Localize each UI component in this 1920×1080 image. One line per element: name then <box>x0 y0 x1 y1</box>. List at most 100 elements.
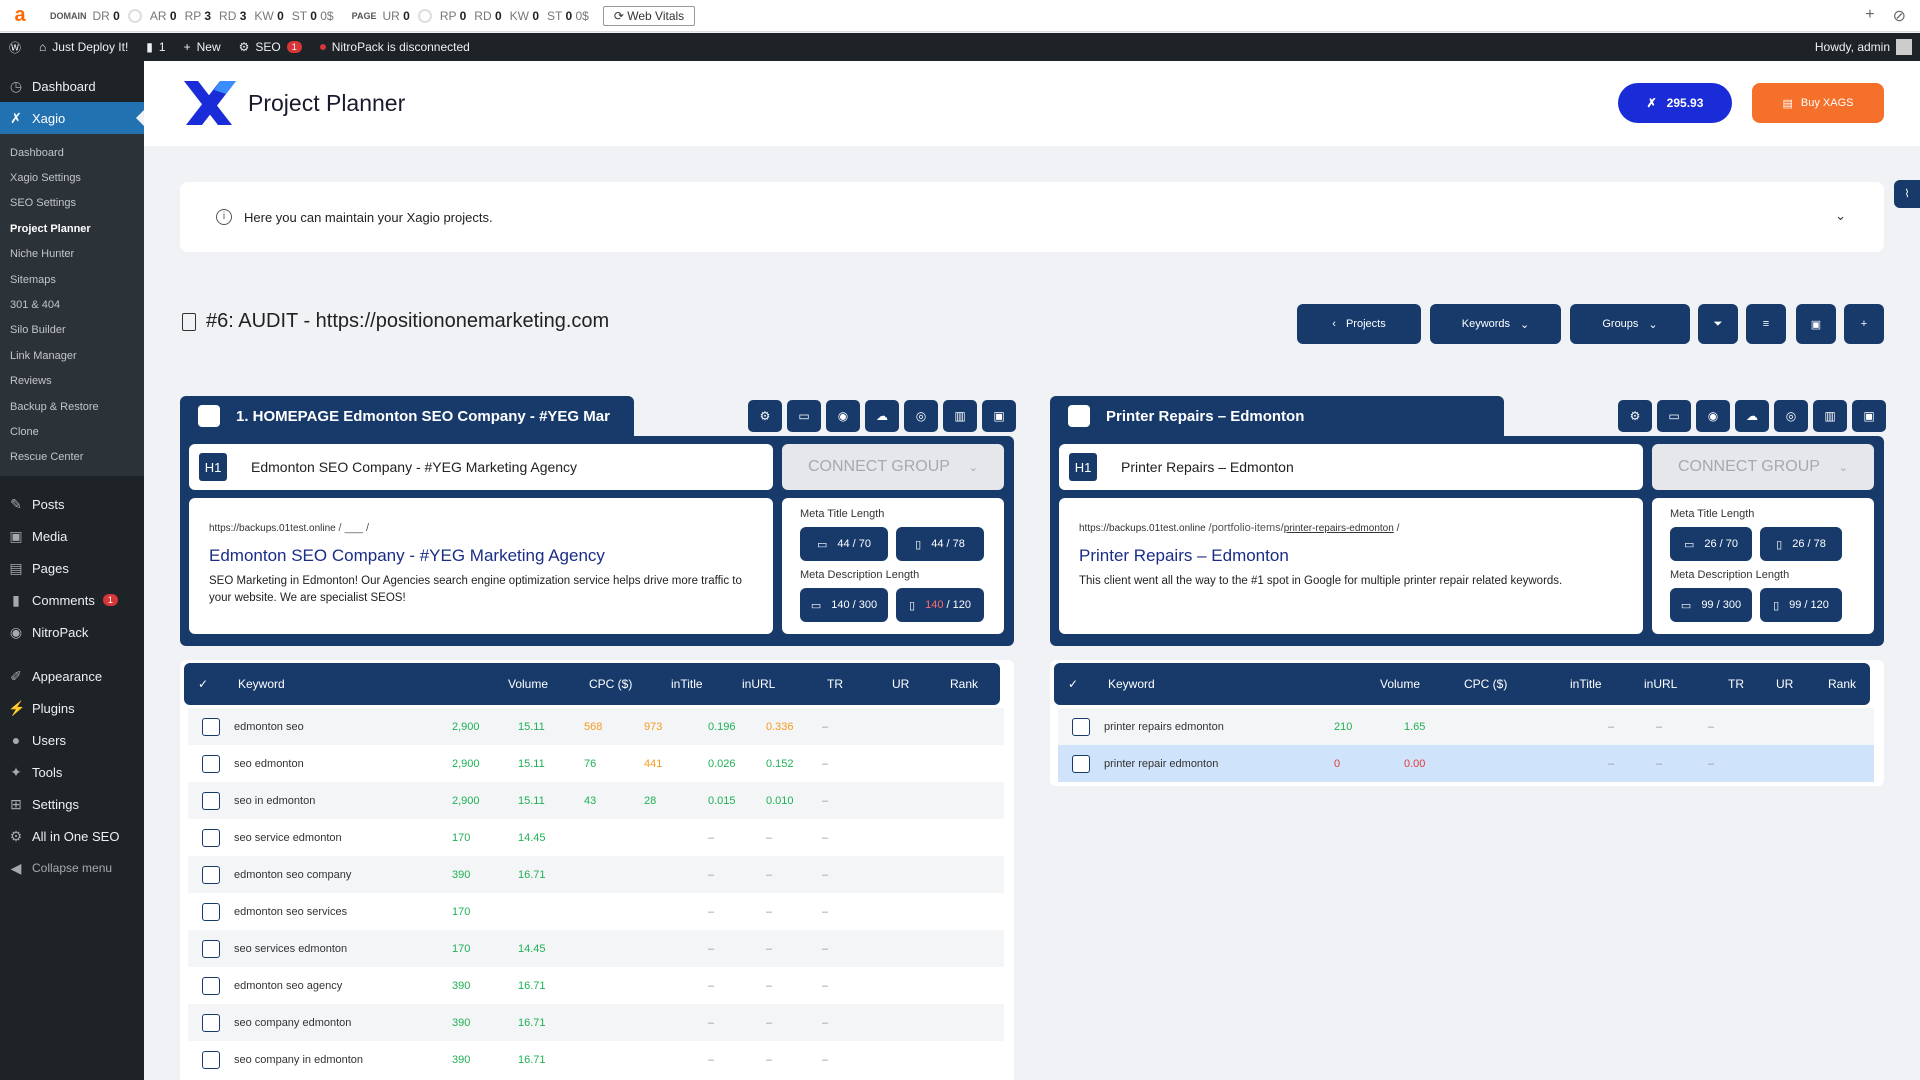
col-ur[interactable]: UR <box>1776 677 1793 691</box>
table-row[interactable]: seo edmonton 2,900 15.11 76 441 0.026 0.152 – <box>188 745 1004 782</box>
table-row[interactable]: seo in edmonton 2,900 15.11 43 28 0.015 0.010 – <box>188 782 1004 819</box>
cloud-icon[interactable]: ☁ <box>1735 400 1769 432</box>
seo-menu-link[interactable]: ⚙ SEO 1 <box>230 33 311 61</box>
row-checkbox[interactable] <box>202 1013 220 1032</box>
submenu-project-planner[interactable]: Project Planner <box>0 216 144 241</box>
group-checkbox[interactable] <box>1068 405 1090 427</box>
row-checkbox[interactable] <box>202 865 220 884</box>
table-row[interactable]: printer repair edmonton 0 0.00 – – – <box>1058 745 1874 782</box>
row-checkbox[interactable] <box>202 828 220 847</box>
sidebar-item-settings[interactable]: ⊞ Settings <box>0 788 144 820</box>
row-checkbox[interactable] <box>202 1050 220 1069</box>
cell-kw[interactable]: edmonton seo company <box>234 869 351 881</box>
info-panel[interactable]: i Here you can maintain your Xagio proje… <box>180 182 1884 252</box>
wordpress-logo-icon[interactable]: Ⓦ <box>0 33 30 61</box>
submenu-clone[interactable]: Clone <box>0 419 144 444</box>
web-vitals-button[interactable]: ⟳ Web Vitals <box>602 5 696 26</box>
ahrefs-logo-icon[interactable]: a <box>0 4 40 27</box>
sidebar-item-appearance[interactable]: ✐ Appearance <box>0 660 144 692</box>
filter-button[interactable]: ⏷ <box>1698 304 1738 344</box>
cell-kw[interactable]: seo service edmonton <box>234 832 342 844</box>
eye-icon[interactable]: ◉ <box>1696 400 1730 432</box>
groups-dropdown[interactable]: Groups ⌄ <box>1570 304 1690 344</box>
plus-icon[interactable]: + <box>1865 6 1874 26</box>
submenu-reviews[interactable]: Reviews <box>0 369 144 394</box>
cell-kw[interactable]: seo edmonton <box>234 758 304 770</box>
h1-text[interactable]: Printer Repairs – Edmonton <box>1121 459 1294 475</box>
submenu-silo-builder[interactable]: Silo Builder <box>0 318 144 343</box>
cell-kw[interactable]: seo in edmonton <box>234 795 315 807</box>
col-rank[interactable]: Rank <box>1828 677 1856 691</box>
add-group-button[interactable]: + <box>1844 304 1884 344</box>
preview-description[interactable]: This client went all the way to the #1 s… <box>1079 573 1623 590</box>
cell-kw[interactable]: seo company edmonton <box>234 1017 351 1029</box>
col-rank[interactable]: Rank <box>950 677 978 691</box>
submenu-backup-restore[interactable]: Backup & Restore <box>0 394 144 419</box>
cell-kw[interactable]: printer repairs edmonton <box>1104 721 1224 733</box>
preview-url[interactable]: https://backups.01test.online /portfolio… <box>1079 522 1623 534</box>
submenu-dashboard[interactable]: Dashboard <box>0 140 144 165</box>
sidebar-item-tools[interactable]: ✦ Tools <box>0 756 144 788</box>
select-all-icon[interactable]: ✓ <box>1068 677 1078 691</box>
sort-button[interactable]: ≡ <box>1746 304 1786 344</box>
row-checkbox[interactable] <box>202 939 220 958</box>
table-row[interactable]: edmonton seo company 390 16.71 – – – <box>188 856 1004 893</box>
row-checkbox[interactable] <box>1072 717 1090 736</box>
table-row[interactable]: seo services edmonton 170 14.45 – – – <box>188 930 1004 967</box>
col-intitle[interactable]: inTitle <box>1570 677 1602 691</box>
submenu-seo-settings[interactable]: SEO Settings <box>0 191 144 216</box>
col-tr[interactable]: TR <box>1728 677 1744 691</box>
submenu-niche-hunter[interactable]: Niche Hunter <box>0 242 144 267</box>
projects-button[interactable]: ‹ Projects <box>1297 304 1421 344</box>
col-ur[interactable]: UR <box>892 677 909 691</box>
connect-group-select[interactable]: CONNECT GROUP ⌄ <box>1652 444 1874 490</box>
settings-icon[interactable]: ⚙ <box>748 400 782 432</box>
h1-text[interactable]: Edmonton SEO Company - #YEG Marketing Ag… <box>251 459 577 475</box>
site-name-link[interactable]: ⌂ Just Deploy It! <box>30 33 137 61</box>
save-icon[interactable]: ▣ <box>1852 400 1886 432</box>
table-row[interactable]: edmonton seo 2,900 15.11 568 973 0.196 0.336 – <box>188 708 1004 745</box>
sidebar-item-aioseo[interactable]: ⚙ All in One SEO <box>0 820 144 852</box>
col-inurl[interactable]: inURL <box>1644 677 1677 691</box>
sidebar-item-xagio[interactable]: ✗ Xagio <box>0 102 144 134</box>
cloud-icon[interactable]: ☁ <box>865 400 899 432</box>
sidebar-item-dashboard[interactable]: ◷ Dashboard <box>0 70 144 102</box>
save-button[interactable]: ▣ <box>1796 304 1836 344</box>
cell-kw[interactable]: seo company in edmonton <box>234 1054 363 1066</box>
row-checkbox[interactable] <box>202 717 220 736</box>
eye-icon[interactable]: ◉ <box>826 400 860 432</box>
submenu-rescue-center[interactable]: Rescue Center <box>0 445 144 470</box>
keywords-dropdown[interactable]: Keywords ⌄ <box>1430 304 1561 344</box>
sidebar-item-pages[interactable]: ▤ Pages <box>0 552 144 584</box>
row-checkbox[interactable] <box>202 902 220 921</box>
trash-icon[interactable]: ▥ <box>943 400 977 432</box>
notes-icon[interactable]: ▭ <box>1657 400 1691 432</box>
xags-balance-button[interactable]: ✗ 295.93 <box>1618 83 1732 123</box>
group-checkbox[interactable] <box>198 405 220 427</box>
submenu-link-manager[interactable]: Link Manager <box>0 343 144 368</box>
sidebar-item-plugins[interactable]: ⚡ Plugins <box>0 692 144 724</box>
sidebar-item-posts[interactable]: ✎ Posts <box>0 488 144 520</box>
group-name[interactable]: Printer Repairs – Edmonton <box>1106 408 1304 425</box>
h1-field[interactable]: H1 Edmonton SEO Company - #YEG Marketing… <box>189 444 773 490</box>
preview-url[interactable]: https://backups.01test.online / ___ / <box>209 522 753 534</box>
col-volume[interactable]: Volume <box>508 677 548 691</box>
col-keyword[interactable]: Keyword <box>238 677 285 691</box>
new-content-link[interactable]: + New <box>175 33 230 61</box>
buy-xags-button[interactable]: ▤ Buy XAGS <box>1752 83 1884 123</box>
settings-icon[interactable]: ⚙ <box>1618 400 1652 432</box>
col-tr[interactable]: TR <box>827 677 843 691</box>
trash-icon[interactable]: ▥ <box>1813 400 1847 432</box>
col-cpc[interactable]: CPC ($) <box>589 677 632 691</box>
table-row[interactable]: edmonton seo agency 390 16.71 – – – <box>188 967 1004 1004</box>
submenu-sitemaps[interactable]: Sitemaps <box>0 267 144 292</box>
table-row[interactable]: seo company in edmonton 390 16.71 – – – <box>188 1041 1004 1078</box>
cell-kw[interactable]: printer repair edmonton <box>1104 758 1218 770</box>
col-cpc[interactable]: CPC ($) <box>1464 677 1507 691</box>
comments-link[interactable]: ▮ 1 <box>137 33 174 61</box>
table-row[interactable]: seo company edmonton 390 16.71 – – – <box>188 1004 1004 1041</box>
save-icon[interactable]: ▣ <box>982 400 1016 432</box>
table-row[interactable]: seo service edmonton 170 14.45 – – – <box>188 819 1004 856</box>
group-name[interactable]: 1. HOMEPAGE Edmonton SEO Company - #YEG … <box>236 408 610 425</box>
row-checkbox[interactable] <box>202 754 220 773</box>
